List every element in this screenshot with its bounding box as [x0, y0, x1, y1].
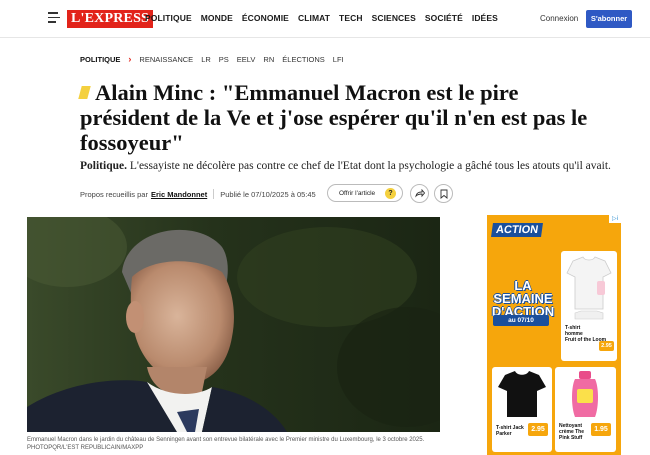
- nav-item-sciences[interactable]: SCIENCES: [372, 13, 416, 23]
- publish-date: Publié le 07/10/2025 à 05:45: [220, 189, 316, 199]
- sidebar-advertisement[interactable]: ▷i ACTION LA SEMAINE D'ACTION au 07/10 T…: [487, 215, 621, 455]
- breadcrumb-section[interactable]: POLITIQUE: [80, 55, 120, 64]
- main-nav: POLITIQUE MONDE ÉCONOMIE CLIMAT TECH SCI…: [145, 13, 498, 23]
- caption-credit: PHOTOPQR/L'EST REPUBLICAIN/MAXPP: [27, 445, 144, 451]
- ad-headline-line-1: LA SEMAINE: [493, 278, 553, 306]
- ad-product-2-label: T-shirt Jack Parker: [496, 425, 524, 437]
- site-header: L'EXPRESS POLITIQUE MONDE ÉCONOMIE CLIMA…: [0, 0, 650, 38]
- lede-kicker: Politique.: [80, 160, 127, 172]
- nav-item-tech[interactable]: TECH: [339, 13, 363, 23]
- nav-item-idees[interactable]: IDÉES: [472, 13, 498, 23]
- tag-ps[interactable]: PS: [219, 55, 229, 64]
- nav-item-politique[interactable]: POLITIQUE: [145, 13, 192, 23]
- gift-article-button[interactable]: Offrir l'article ?: [327, 184, 403, 202]
- ad-product-card: Nettoyant crème The Pink Stuff 1.95: [555, 367, 616, 452]
- ad-product-3-label-3: Pink Stuff: [559, 435, 583, 441]
- site-logo[interactable]: L'EXPRESS: [67, 10, 154, 28]
- ad-date-badge: au 07/10: [493, 315, 549, 326]
- ad-choices-icon[interactable]: ▷i: [609, 215, 621, 223]
- article-lede: Politique. L'essayiste ne décolère pas c…: [80, 159, 620, 173]
- ad-product-card: T-shirt Jack Parker 2.95: [492, 367, 552, 452]
- tag-lfi[interactable]: LFI: [333, 55, 344, 64]
- tag-elections[interactable]: ÉLECTIONS: [282, 55, 325, 64]
- breadcrumb: POLITIQUE › RENAISSANCE LR PS EELV RN ÉL…: [80, 54, 344, 64]
- ad-product-1-price: 2.95: [599, 341, 614, 351]
- gift-article-label: Offrir l'article: [339, 189, 376, 197]
- pink-cleaner-bottle-image: [572, 371, 598, 417]
- hamburger-menu-icon[interactable]: [48, 12, 62, 24]
- ad-brand-logo: ACTION: [491, 223, 544, 237]
- chevron-right-icon: ›: [128, 54, 132, 64]
- nav-item-climat[interactable]: CLIMAT: [298, 13, 330, 23]
- ad-headline: LA SEMAINE D'ACTION: [487, 279, 559, 318]
- subscribe-button[interactable]: S'abonner: [586, 10, 632, 28]
- byline: Propos recueillis par Eric Mandonnet Pub…: [80, 189, 316, 199]
- article-title: Alain Minc : "Emmanuel Macron est le pir…: [80, 80, 588, 155]
- nav-item-economie[interactable]: ÉCONOMIE: [242, 13, 289, 23]
- ad-product-3-price: 1.95: [591, 423, 611, 436]
- author-link[interactable]: Eric Mandonnet: [151, 190, 207, 199]
- tag-renaissance[interactable]: RENAISSANCE: [139, 55, 193, 64]
- ad-product-3-label: Nettoyant crème The Pink Stuff: [559, 423, 584, 441]
- byline-prefix: Propos recueillis par: [80, 189, 148, 199]
- tag-lr[interactable]: LR: [201, 55, 211, 64]
- share-button[interactable]: [410, 184, 429, 203]
- white-tshirt-image: [566, 256, 612, 320]
- tag-rn[interactable]: RN: [263, 55, 274, 64]
- nav-item-societe[interactable]: SOCIÉTÉ: [425, 13, 463, 23]
- ad-product-2-price: 2.95: [528, 423, 548, 436]
- caption-text: Emmanuel Macron dans le jardin du châtea…: [27, 437, 425, 443]
- macron-portrait-image: [27, 217, 440, 432]
- nav-item-monde[interactable]: MONDE: [201, 13, 233, 23]
- photo-caption: Emmanuel Macron dans le jardin du châtea…: [27, 436, 447, 452]
- help-badge-icon: ?: [385, 188, 396, 199]
- article-photo: [27, 217, 440, 432]
- byline-divider: [213, 189, 215, 199]
- share-icon: [414, 188, 425, 197]
- bookmark-icon: [440, 189, 447, 199]
- login-link[interactable]: Connexion: [540, 14, 578, 23]
- black-tshirt-image: [498, 371, 546, 417]
- lede-text: L'essayiste ne décolère pas contre ce ch…: [126, 160, 611, 172]
- tag-eelv[interactable]: EELV: [237, 55, 256, 64]
- ad-product-card: T-shirt homme Fruit of the Loom 2.95: [561, 251, 617, 361]
- bookmark-button[interactable]: [434, 184, 453, 203]
- ad-product-2-label-2: Parker: [496, 431, 512, 437]
